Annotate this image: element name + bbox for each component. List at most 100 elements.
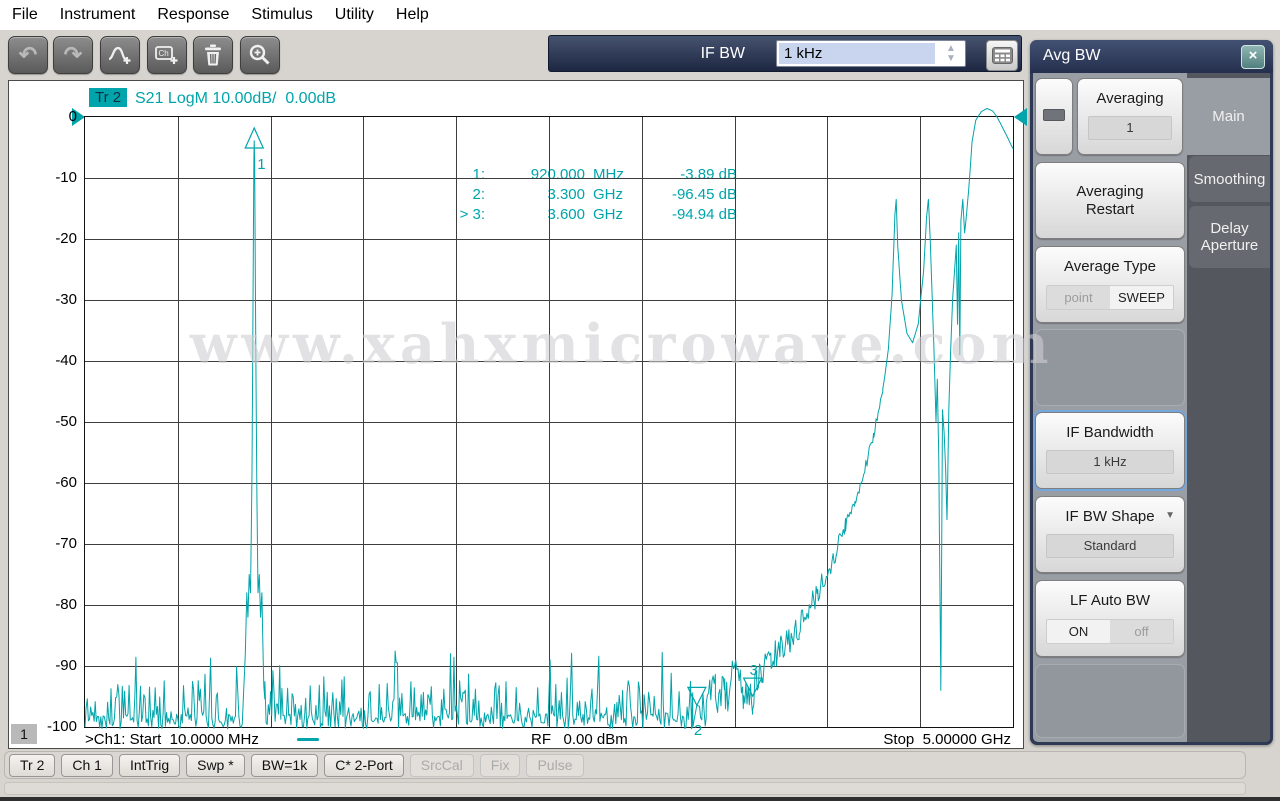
if-bw-value: 1 kHz <box>784 45 823 62</box>
if-bw-shape-button[interactable]: IF BW Shape ▼ Standard <box>1035 496 1185 573</box>
marker-3-number: 3 <box>750 662 758 679</box>
lf-auto-bw-label: LF Auto BW <box>1069 592 1151 609</box>
y-tick--60: -60 <box>55 474 77 491</box>
start-frequency-label: >Ch1: Start 10.0000 MHz <box>85 731 259 748</box>
marker-1[interactable]: 1 <box>244 126 266 173</box>
measurement-display: Tr 2 S21 LogM 10.00dB/ 0.00dB 0 -10 -20 -30… <box>8 80 1027 749</box>
spinner-down-icon[interactable]: ▼ <box>946 53 956 64</box>
tab-smoothing[interactable]: Smoothing <box>1189 156 1270 202</box>
menu-help[interactable]: Help <box>396 6 429 24</box>
spinner-up-icon[interactable]: ▲ <box>946 43 956 54</box>
close-panel-button[interactable]: × <box>1241 45 1265 69</box>
if-bw-spinner[interactable]: ▲ ▼ <box>940 42 962 65</box>
ref-level-marker-right-icon <box>1014 108 1027 126</box>
stimulus-status-line: >Ch1: Start 10.0000 MHz RF 0.00 dBm Stop… <box>85 731 1013 749</box>
avg-bw-panel-title: Avg BW <box>1043 47 1101 64</box>
y-tick--50: -50 <box>55 413 77 430</box>
status-strip <box>4 782 1246 795</box>
delete-trace-button[interactable] <box>193 36 233 74</box>
add-channel-icon: Ch <box>155 46 178 64</box>
blank-button-4 <box>1035 329 1185 406</box>
undo-button[interactable]: ↶ <box>8 36 48 74</box>
average-type-option-point[interactable]: point <box>1047 286 1110 309</box>
status-bw-1k[interactable]: BW=1k <box>250 753 319 777</box>
svg-text:Ch: Ch <box>159 49 169 58</box>
menu-utility[interactable]: Utility <box>335 6 374 24</box>
trace-plot[interactable]: 1 2 3 <box>84 108 1014 739</box>
average-type-option-sweep[interactable]: SWEEP <box>1110 286 1173 309</box>
lf-auto-bw-button[interactable]: LF Auto BW ON off <box>1035 580 1185 657</box>
marker-2-number: 2 <box>694 722 702 739</box>
average-type-label: Average Type <box>1063 258 1156 275</box>
avg-bw-panel-body: Main Smoothing Delay Aperture Averaging 1 Av… <box>1033 73 1270 742</box>
rf-power-label: RF 0.00 dBm <box>531 731 628 748</box>
average-type-button[interactable]: Average Type point SWEEP <box>1035 246 1185 323</box>
trace-color-legend-dash <box>297 738 319 741</box>
if-bw-selection: 1 kHz <box>779 43 935 64</box>
zoom-button[interactable] <box>240 36 280 74</box>
status-fix[interactable]: Fix <box>479 753 521 777</box>
gridlines <box>85 117 1013 727</box>
y-tick--20: -20 <box>55 230 77 247</box>
y-tick--40: -40 <box>55 352 77 369</box>
averaging-button[interactable]: Averaging 1 <box>1077 78 1183 155</box>
menu-instrument[interactable]: Instrument <box>60 6 136 24</box>
status-c-2-port[interactable]: C* 2-Port <box>324 753 404 777</box>
y-tick--30: -30 <box>55 291 77 308</box>
avg-bw-panel: Avg BW × Main Smoothing Delay Aperture Ave… <box>1030 40 1273 745</box>
if-bw-label: IF BW <box>700 45 745 62</box>
averaging-restart-label: Averaging Restart <box>1076 182 1144 218</box>
undo-icon: ↶ <box>18 42 38 67</box>
averaging-led-icon <box>1043 109 1065 121</box>
avg-bw-panel-titlebar: Avg BW × <box>1030 40 1273 73</box>
status-inttrig[interactable]: IntTrig <box>118 753 181 777</box>
blank-button-8 <box>1035 664 1185 738</box>
if-bw-toolbar: IF BW 1 kHz ▲ ▼ <box>548 35 1022 72</box>
if-bandwidth-button[interactable]: IF Bandwidth 1 kHz <box>1035 412 1185 489</box>
add-channel-button[interactable]: Ch <box>147 36 187 74</box>
dropdown-arrow-icon: ▼ <box>1165 510 1175 521</box>
status-swp[interactable]: Swp * <box>186 753 245 777</box>
add-trace-button[interactable] <box>100 36 140 74</box>
marker-1-number: 1 <box>257 156 265 173</box>
if-bw-input[interactable]: 1 kHz ▲ ▼ <box>776 40 966 67</box>
lf-auto-bw-option-off[interactable]: off <box>1110 620 1173 643</box>
averaging-value: 1 <box>1088 116 1172 140</box>
menu-stimulus[interactable]: Stimulus <box>251 6 312 24</box>
y-tick--90: -90 <box>55 657 77 674</box>
panel-tabs: Main Smoothing Delay Aperture <box>1187 73 1270 742</box>
averaging-restart-button[interactable]: Averaging Restart <box>1035 162 1185 239</box>
y-tick--10: -10 <box>55 169 77 186</box>
vna-application-window: File Instrument Response Stimulus Utility Hel… <box>0 0 1280 801</box>
status-pulse[interactable]: Pulse <box>526 753 584 777</box>
menu-response[interactable]: Response <box>157 6 229 24</box>
averaging-label: Averaging <box>1096 90 1164 107</box>
trace-format-title: S21 LogM 10.00dB/ 0.00dB <box>135 90 337 107</box>
averaging-toggle-button[interactable] <box>1035 78 1073 155</box>
y-tick--80: -80 <box>55 596 77 613</box>
status-bar: Tr 2 Ch 1 IntTrig Swp * BW=1k C* 2-Port SrcCal… <box>4 751 1246 779</box>
tab-main[interactable]: Main <box>1187 78 1270 155</box>
menu-bar: File Instrument Response Stimulus Utility Hel… <box>0 0 1280 30</box>
if-bandwidth-label: IF Bandwidth <box>1066 424 1154 441</box>
status-ch-1[interactable]: Ch 1 <box>61 753 113 777</box>
keypad-button[interactable] <box>986 40 1018 71</box>
channel-number-badge[interactable]: 1 <box>11 724 37 744</box>
keypad-icon <box>991 47 1013 64</box>
stop-frequency-label: Stop 5.00000 GHz <box>883 731 1011 748</box>
if-bandwidth-value: 1 kHz <box>1046 450 1174 474</box>
menu-file[interactable]: File <box>12 6 38 24</box>
trace-label-badge[interactable]: Tr 2 <box>89 88 128 107</box>
y-tick-0: 0 <box>68 108 77 125</box>
lf-auto-bw-toggle: ON off <box>1046 619 1174 644</box>
trash-icon <box>205 44 221 66</box>
y-tick--70: -70 <box>55 535 77 552</box>
tab-delay-aperture[interactable]: Delay Aperture <box>1189 206 1270 268</box>
lf-auto-bw-option-on[interactable]: ON <box>1047 620 1110 643</box>
redo-button[interactable]: ↷ <box>53 36 93 74</box>
status-tr-2[interactable]: Tr 2 <box>9 753 56 777</box>
status-srccal[interactable]: SrcCal <box>409 753 474 777</box>
redo-icon: ↷ <box>63 42 83 67</box>
window-bottom-edge <box>0 797 1280 801</box>
add-trace-icon <box>108 46 131 64</box>
